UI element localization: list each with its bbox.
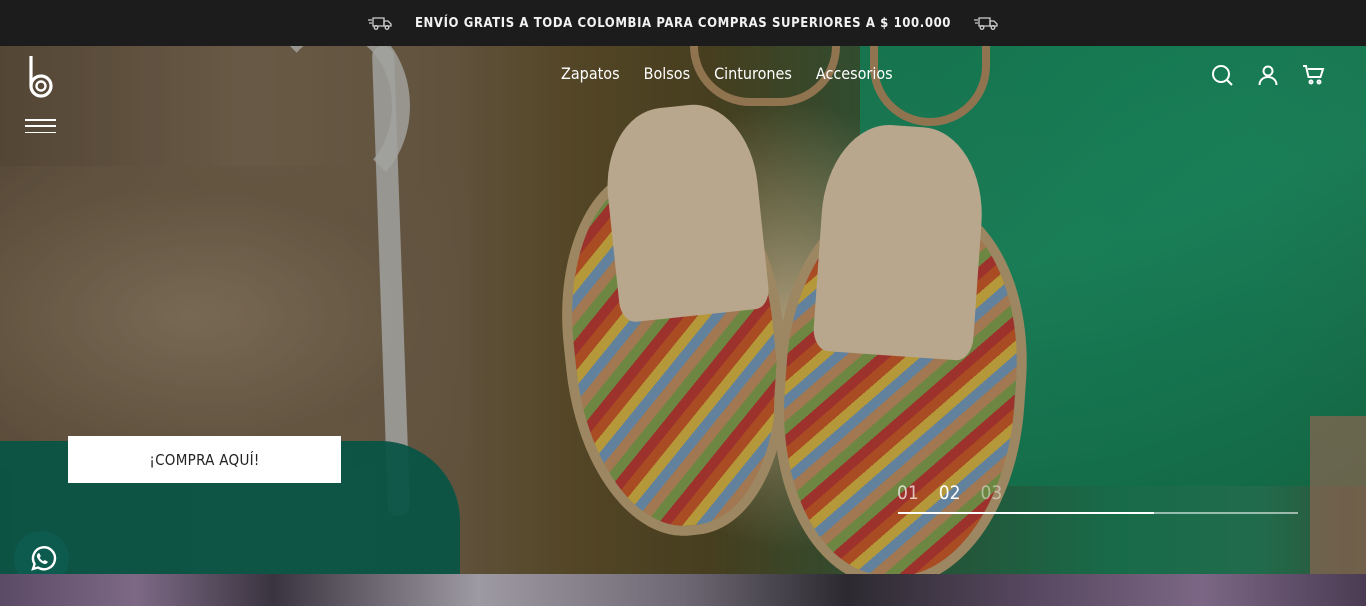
shop-now-button[interactable]: ¡COMPRA AQUÍ! [68, 436, 341, 483]
main-nav: Zapatos Bolsos Cinturones Accesorios [561, 64, 893, 83]
next-section-banner [0, 574, 1366, 606]
shop-now-label: ¡COMPRA AQUÍ! [149, 450, 260, 469]
delivery-truck-icon [367, 17, 392, 30]
slide-indicator-2[interactable]: 02 [939, 482, 961, 504]
announcement-bar: ENVÍO GRATIS A TODA COLOMBIA PARA COMPRA… [0, 0, 1366, 46]
cart-icon[interactable] [1302, 63, 1326, 87]
slide-indicator-1[interactable]: 01 [897, 482, 919, 504]
header-actions [1210, 63, 1326, 87]
nav-item-cinturones[interactable]: Cinturones [714, 64, 792, 83]
hero-overlay [0, 46, 1366, 574]
delivery-truck-icon [974, 17, 998, 30]
brand-logo[interactable] [26, 54, 56, 100]
user-icon[interactable] [1256, 63, 1280, 87]
slide-indicator-3[interactable]: 03 [981, 482, 1003, 504]
nav-item-zapatos[interactable]: Zapatos [561, 64, 620, 83]
slider-progress [898, 512, 1298, 514]
hero-banner [0, 46, 1366, 574]
announcement-text: ENVÍO GRATIS A TODA COLOMBIA PARA COMPRA… [414, 15, 952, 31]
hamburger-icon [25, 119, 56, 121]
hamburger-menu-button[interactable] [25, 119, 56, 133]
slider-pagination: 01 02 03 [897, 482, 1002, 504]
search-icon[interactable] [1210, 63, 1234, 87]
slider-progress-fill [898, 512, 1154, 514]
whatsapp-icon [30, 545, 56, 571]
nav-item-accesorios[interactable]: Accesorios [816, 64, 893, 83]
nav-item-bolsos[interactable]: Bolsos [644, 64, 690, 83]
hamburger-icon [25, 125, 56, 127]
hamburger-icon [25, 131, 56, 133]
